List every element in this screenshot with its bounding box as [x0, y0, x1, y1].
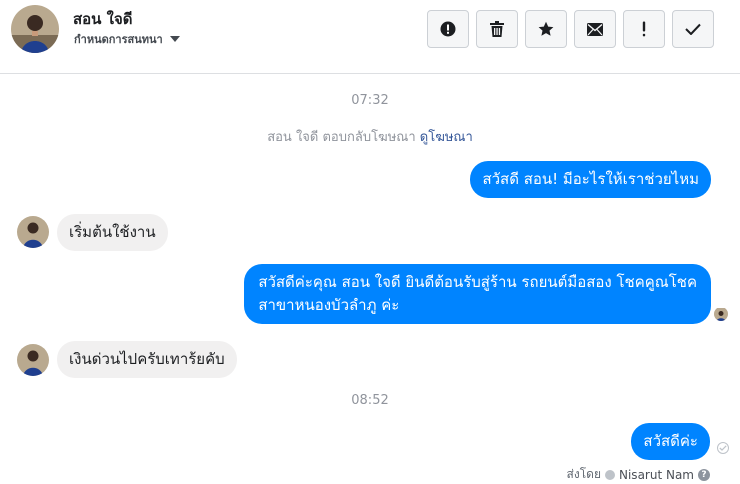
exclamation-icon: [642, 21, 646, 37]
follow-up-button[interactable]: [623, 10, 665, 48]
view-ad-link[interactable]: ดูโฆษณา: [420, 130, 473, 145]
seen-avatar: [714, 307, 728, 321]
sent-by-info: ส่งโดย Nisarut Nam ?: [567, 465, 710, 484]
message-line: สาขาหนองบัวลำภู ค่ะ: [258, 296, 400, 314]
message-outgoing[interactable]: สวัสดีค่ะคุณ สอน ใจดี ยินดีต้อนรับสู่ร้า…: [244, 264, 711, 324]
contact-name: สอน ใจดี: [73, 10, 133, 28]
contact-avatar[interactable]: [11, 5, 59, 53]
star-icon: [538, 21, 554, 36]
message-timestamp: 07:32: [351, 93, 389, 108]
mark-unread-button[interactable]: [574, 10, 616, 48]
assign-conversation-label: กำหนดการสนทนา: [74, 33, 163, 46]
check-icon: [685, 23, 701, 35]
sent-by-prefix: ส่งโดย: [566, 467, 601, 481]
delivered-check-icon: [717, 442, 729, 454]
ad-reply-text: สอน ใจดี ตอบกลับโฆษณา: [267, 130, 420, 145]
message-incoming[interactable]: เงินด่วนไปครับเทาร้ยคับ: [57, 341, 237, 378]
status-dot-icon: [605, 469, 615, 480]
star-button[interactable]: [525, 10, 567, 48]
envelope-icon: [587, 22, 603, 36]
conversation-header: สอน ใจดี กำหนดการสนทนา: [0, 0, 740, 74]
message-incoming[interactable]: เริ่มต้นใช้งาน: [57, 214, 168, 251]
contact-avatar-small: [17, 216, 49, 248]
caret-down-icon: [169, 36, 180, 42]
message-timestamp: 08:52: [351, 393, 389, 408]
message-outgoing[interactable]: สวัสดี สอน! มีอะไรให้เราช่วยไหม: [470, 161, 711, 198]
trash-icon: [490, 21, 504, 37]
message-line: สวัสดีค่ะคุณ สอน ใจดี ยินดีต้อนรับสู่ร้า…: [258, 273, 697, 291]
message-outgoing[interactable]: สวัสดีค่ะ: [631, 423, 710, 460]
alert-circle-icon: [440, 21, 456, 37]
conversation-toolbar: [427, 10, 714, 48]
mark-done-button[interactable]: [672, 10, 714, 48]
assign-conversation-dropdown[interactable]: กำหนดการสนทนา: [74, 30, 180, 48]
help-icon[interactable]: ?: [698, 468, 710, 481]
mark-spam-button[interactable]: [427, 10, 469, 48]
ad-reply-notice: สอน ใจดี ตอบกลับโฆษณา ดูโฆษณา: [0, 126, 740, 147]
sender-name: Nisarut Nam: [619, 467, 694, 482]
contact-avatar-small: [17, 344, 49, 376]
delete-button[interactable]: [476, 10, 518, 48]
